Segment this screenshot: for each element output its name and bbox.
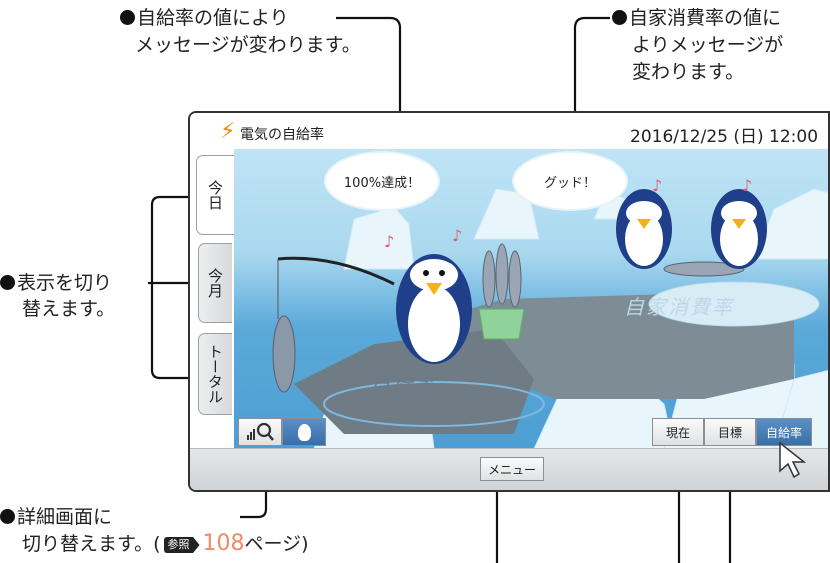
ref-page: 108 xyxy=(202,531,245,556)
bullet-icon xyxy=(0,509,15,524)
callout-self-sufficiency-2: メッセージが変わります。 xyxy=(135,34,361,56)
callout-self-consumption-2: よりメッセージが xyxy=(632,34,784,56)
datetime: 2016/12/25 (日) 12:00 xyxy=(630,127,819,147)
callout-self-consumption: 自家消費率の値に xyxy=(612,5,781,31)
detail-search-icon xyxy=(247,422,274,441)
view-button-current[interactable]: 現在 xyxy=(652,418,704,446)
lightning-icon: ⚡ xyxy=(220,119,236,144)
callout-self-consumption-3: 変わります。 xyxy=(632,61,745,83)
svg-text:♪: ♪ xyxy=(384,232,394,251)
ice-label-self-sufficiency: 自給率 xyxy=(370,373,436,397)
bubble-self-sufficiency: 100%達成！ xyxy=(326,153,438,209)
scene: ♪ ♪ ♪ ♪ 100%達成！ グッド！ 自給率 自家消費率 xyxy=(234,149,828,450)
callout-detail-2: 切り替えます。(参照 108ページ) xyxy=(22,531,309,556)
callout-tabs-2: 替えます。 xyxy=(22,298,116,320)
svg-text:♪: ♪ xyxy=(742,176,752,195)
penguin-right-1 xyxy=(616,189,672,269)
tab-month[interactable]: 今月 xyxy=(198,243,232,323)
ice-label-self-consumption: 自家消費率 xyxy=(624,295,734,319)
svg-text:♪: ♪ xyxy=(652,176,662,195)
bottom-bar: メニュー xyxy=(190,448,828,490)
penguin-view-button[interactable] xyxy=(282,418,326,446)
screen-title: 電気の自給率 xyxy=(240,127,324,143)
bullet-icon xyxy=(120,10,135,25)
tab-total[interactable]: トータル xyxy=(198,333,232,415)
callout-detail: 詳細画面に xyxy=(0,504,112,530)
menu-button[interactable]: メニュー xyxy=(480,457,544,481)
detail-button[interactable] xyxy=(238,418,282,446)
penguin-left xyxy=(396,254,472,364)
callout-tabs: 表示を切り xyxy=(0,270,112,296)
svg-text:♪: ♪ xyxy=(452,226,462,245)
view-button-target[interactable]: 目標 xyxy=(704,418,756,446)
ref-badge: 参照 xyxy=(163,537,200,553)
bullet-icon xyxy=(612,10,627,25)
callout-self-sufficiency: 自給率の値により xyxy=(120,5,289,31)
tab-today[interactable]: 今日 xyxy=(196,155,234,235)
penguin-icon xyxy=(297,423,311,441)
top-bar: ⚡ 電気の自給率 2016/12/25 (日) 12:00 xyxy=(190,113,828,153)
penguin-right-2 xyxy=(711,189,767,269)
bubble-self-consumption: グッド！ xyxy=(514,153,626,209)
cursor-arrow-icon xyxy=(779,441,807,479)
bullet-icon xyxy=(0,275,15,290)
device-screen: ⚡ 電気の自給率 2016/12/25 (日) 12:00 ♪ ♪ ♪ ♪ 10… xyxy=(188,111,830,492)
